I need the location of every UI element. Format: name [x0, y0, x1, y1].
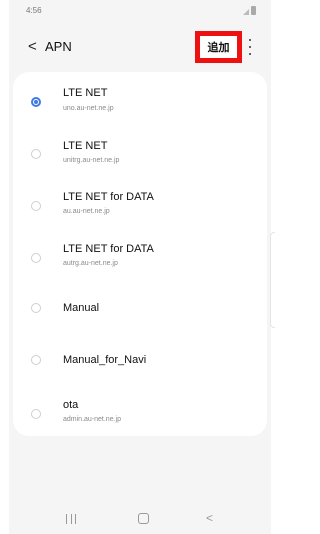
apn-name: Manual_for_Navi [63, 354, 147, 366]
page-title: APN [45, 39, 72, 54]
apn-name: LTE NET [63, 87, 108, 99]
apn-list-item[interactable]: LTE NET for DATA autrg.au-net.ne.jp [13, 228, 267, 280]
apn-name: LTE NET [63, 140, 108, 152]
apn-address: admin.au-net.ne.jp [63, 416, 121, 423]
apn-radio[interactable] [31, 409, 41, 419]
apn-radio[interactable] [31, 201, 41, 211]
apn-radio[interactable] [31, 355, 41, 365]
signal-icon [243, 9, 249, 15]
add-apn-label: 追加 [207, 41, 230, 54]
apn-name: ota [63, 399, 79, 411]
apn-name: LTE NET for DATA [63, 191, 154, 203]
apn-name: Manual [63, 302, 100, 314]
edge-panel-handle[interactable] [270, 232, 275, 328]
apn-list-item[interactable]: LTE NET uno.au-net.ne.jp [13, 72, 267, 124]
apn-radio-selected[interactable] [31, 97, 41, 107]
add-apn-button[interactable]: 追加 [195, 31, 242, 63]
more-options-icon[interactable] [245, 39, 255, 55]
apn-address: autrg.au-net.ne.jp [63, 260, 118, 267]
apn-list-item[interactable]: Manual [13, 280, 267, 332]
navigation-bar: < [9, 508, 271, 534]
recent-apps-icon[interactable] [66, 514, 76, 524]
apn-name: LTE NET for DATA [63, 243, 154, 255]
status-bar: 4:56 [9, 0, 271, 22]
phone-screen: 4:56 < APN 追加 LTE NET uno.au-net.ne.jp L… [9, 0, 271, 534]
apn-list-item[interactable]: ota admin.au-net.ne.jp [13, 384, 267, 436]
back-arrow-icon[interactable]: < [28, 37, 44, 57]
apn-radio[interactable] [31, 253, 41, 263]
home-icon[interactable] [138, 513, 149, 524]
apn-address: au.au-net.ne.jp [63, 208, 110, 215]
apn-radio[interactable] [31, 149, 41, 159]
battery-icon [251, 6, 256, 15]
app-bar: < APN 追加 [9, 30, 271, 64]
apn-address: unitrg.au-net.ne.jp [63, 157, 120, 164]
signal-battery-icon [243, 6, 257, 15]
apn-list-item[interactable]: LTE NET for DATA au.au-net.ne.jp [13, 176, 267, 228]
nav-back-icon[interactable]: < [206, 510, 213, 526]
status-time: 4:56 [26, 6, 42, 15]
apn-list-item[interactable]: Manual_for_Navi [13, 332, 267, 384]
apn-address: uno.au-net.ne.jp [63, 105, 114, 112]
apn-list-item[interactable]: LTE NET unitrg.au-net.ne.jp [13, 124, 267, 176]
apn-radio[interactable] [31, 303, 41, 313]
apn-list: LTE NET uno.au-net.ne.jp LTE NET unitrg.… [13, 72, 267, 436]
